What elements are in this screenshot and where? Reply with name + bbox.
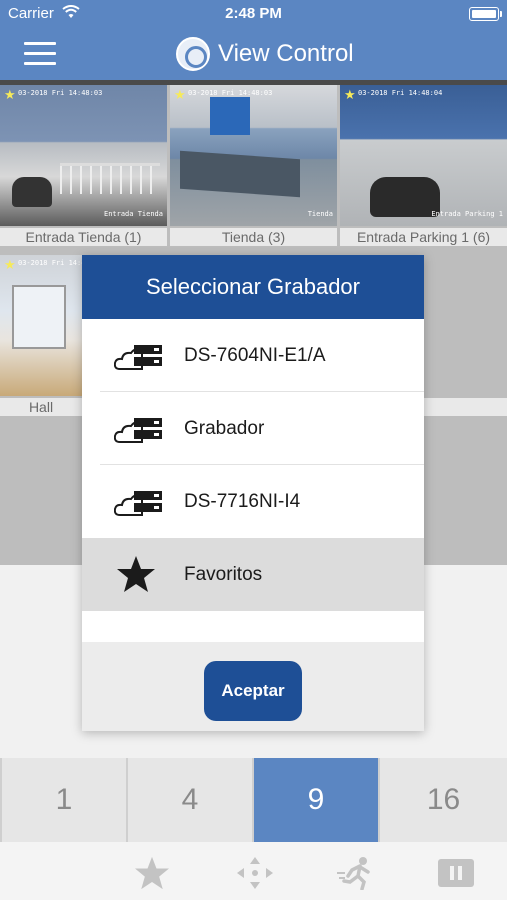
layout-option-9[interactable]: 9 — [254, 758, 378, 842]
pause-icon[interactable] — [437, 856, 475, 890]
recorder-item[interactable]: Grabador — [82, 392, 424, 465]
battery-icon — [469, 7, 502, 21]
camera-feed: ★ 03-2018 Fri 14:48:03 Entrada Tienda — [0, 85, 167, 226]
camera-feed: ★ 03-2018 Fri 14:48:04 Entrada Parking 1 — [340, 85, 507, 226]
favorites-item[interactable]: Favoritos — [82, 538, 424, 611]
camera-label: Entrada Parking 1 (6) — [340, 228, 507, 246]
camera-timestamp: 03-2018 Fri 14:48:04 — [358, 89, 443, 97]
layout-option-16[interactable]: 16 — [380, 758, 507, 842]
favorite-star-icon: ★ — [4, 257, 16, 272]
accept-button[interactable]: Aceptar — [204, 661, 302, 721]
camera-osd-name: Entrada Parking 1 — [431, 210, 503, 218]
camera-label: Hall — [0, 398, 82, 416]
camera-timestamp: 03-2018 Fri 14:48:03 — [18, 89, 103, 97]
camera-label-empty — [424, 398, 507, 416]
favorite-star-icon: ★ — [344, 87, 356, 102]
camera-osd-name: Entrada Tienda — [103, 210, 163, 218]
status-bar: Carrier 2:48 PM — [0, 0, 507, 28]
recorder-item[interactable]: DS-7604NI-E1/A — [82, 319, 424, 392]
dialog-title: Seleccionar Grabador — [82, 255, 424, 319]
star-icon — [117, 556, 155, 592]
camera-feed: ★ 03-2018 Fri 14:48:03 Tienda — [170, 85, 337, 226]
recorder-item-label: DS-7604NI-E1/A — [184, 345, 326, 366]
cloud-recorder-icon — [114, 491, 162, 516]
ptz-arrows-icon[interactable] — [236, 856, 274, 890]
bottom-toolbar — [0, 842, 507, 900]
recorder-item-label: Grabador — [184, 418, 265, 439]
camera-label: Entrada Tienda (1) — [0, 228, 167, 246]
cloud-recorder-icon — [114, 345, 162, 370]
camera-timestamp: 03-2018 Fri 14:48:03 — [188, 89, 273, 97]
layout-selector: 1 4 9 16 — [0, 758, 507, 842]
recorder-item-label: DS-7716NI-I4 — [184, 491, 301, 512]
recorder-list: DS-7604NI-E1/A Grabador DS-7716NI-I4 Fav… — [82, 319, 424, 642]
app-header: View Control — [0, 28, 507, 80]
app-logo-icon — [176, 37, 210, 71]
running-man-icon[interactable] — [336, 856, 374, 890]
select-recorder-dialog: Seleccionar Grabador DS-7604NI-E1/A Grab… — [82, 255, 424, 731]
favorite-star-icon: ★ — [174, 87, 186, 102]
recorder-item[interactable]: DS-7716NI-I4 — [82, 465, 424, 538]
camera-label: Tienda (3) — [170, 228, 337, 246]
camera-osd-name: Tienda — [307, 210, 333, 218]
cloud-recorder-icon — [114, 418, 162, 443]
menu-icon[interactable] — [24, 42, 56, 66]
layout-option-1[interactable]: 1 — [2, 758, 126, 842]
clock: 2:48 PM — [225, 5, 282, 22]
favorite-star-icon: ★ — [4, 87, 16, 102]
favorites-label: Favoritos — [184, 564, 263, 585]
layout-option-4[interactable]: 4 — [128, 758, 252, 842]
star-icon[interactable] — [133, 856, 171, 890]
page-title: View Control — [218, 40, 354, 67]
